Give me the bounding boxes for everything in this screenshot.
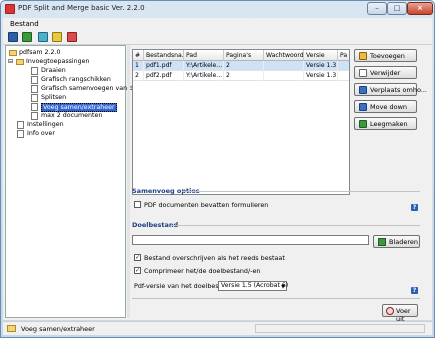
folder-icon <box>9 50 17 56</box>
cell-index: 2 <box>133 71 144 81</box>
run-button[interactable]: Voer uit <box>382 304 418 323</box>
close-icon[interactable] <box>67 32 77 42</box>
status-text: Voeg samen/extraheer <box>21 325 95 333</box>
destination-path-input[interactable] <box>132 235 369 245</box>
menu-file[interactable]: Bestand <box>10 20 39 28</box>
col-pages[interactable]: Pagina's <box>224 50 264 61</box>
arrow-down-icon <box>359 103 367 111</box>
export-icon[interactable] <box>38 32 48 42</box>
document-icon <box>31 94 38 102</box>
browse-button[interactable]: Bladeren <box>373 235 420 248</box>
document-icon <box>31 76 38 84</box>
help-icon[interactable]: ? <box>411 287 418 294</box>
clear-button[interactable]: Leegmaken <box>354 117 417 130</box>
collapse-icon[interactable]: ⊟ <box>8 58 13 65</box>
forms-checkbox[interactable] <box>134 201 141 208</box>
col-page-selection[interactable]: Pa <box>338 50 349 61</box>
arrow-up-icon <box>359 86 367 94</box>
cell-password <box>264 61 304 71</box>
plugin-tree: pdfsam 2.2.0 ⊟ Invoegtoepassingen Draaie… <box>5 45 140 318</box>
cell-version: Versie 1.3 (... <box>306 61 338 71</box>
document-icon <box>31 112 38 120</box>
document-icon <box>31 103 38 111</box>
document-icon <box>17 130 24 138</box>
cell-index: 1 <box>133 61 144 71</box>
overwrite-label: Bestand overschrijven als het reeds best… <box>144 254 285 262</box>
main-area: pdfsam 2.2.0 ⊟ Invoegtoepassingen Draaie… <box>3 45 432 323</box>
title-bar[interactable]: PDF Split and Merge basic Ver. 2.2.0 – □… <box>1 1 434 18</box>
add-button[interactable]: Toevoegen <box>354 49 417 62</box>
status-bar: Voeg samen/extraheer <box>3 321 432 335</box>
app-logo-icon <box>5 4 15 14</box>
remove-button[interactable]: Verwijder <box>354 66 417 79</box>
window-title: PDF Split and Merge basic Ver. 2.2.0 <box>18 4 145 12</box>
merge-panel: # Bestandsna... Pad Pagina's Wachtwoord … <box>130 45 432 323</box>
folder-icon <box>7 325 16 332</box>
table-row[interactable]: 2 pdf2.pdf Y:\Artikele... 2 Versie 1.3 (… <box>133 71 349 81</box>
section-divider <box>132 298 420 299</box>
folder-icon <box>16 59 24 65</box>
file-table[interactable]: # Bestandsna... Pad Pagina's Wachtwoord … <box>132 49 350 195</box>
cell-password <box>264 71 304 81</box>
cell-path: Y:\Artikele... <box>186 71 224 81</box>
run-icon <box>386 307 394 315</box>
cell-version: Versie 1.3 (... <box>306 71 338 81</box>
col-index[interactable]: # <box>133 50 144 61</box>
help-icon[interactable]: ? <box>411 204 418 211</box>
close-button[interactable]: × <box>407 2 433 15</box>
minimize-button[interactable]: – <box>367 2 387 15</box>
compress-label: Comprimeer het/de doelbestand/-en <box>144 267 261 275</box>
cell-page-selection <box>338 71 349 81</box>
col-path[interactable]: Pad <box>184 50 224 61</box>
col-version[interactable]: Versie <box>304 50 338 61</box>
cell-path: Y:\Artikele... <box>186 61 224 71</box>
app-window: PDF Split and Merge basic Ver. 2.2.0 – □… <box>0 0 435 338</box>
menu-bar: Bestand <box>3 18 432 30</box>
compress-checkbox[interactable]: ✓ <box>134 267 141 274</box>
open-icon[interactable] <box>22 32 32 42</box>
folder-open-icon <box>378 238 386 246</box>
cell-filename: pdf1.pdf <box>144 61 184 71</box>
maximize-button[interactable]: □ <box>387 2 407 15</box>
col-password[interactable]: Wachtwoord <box>264 50 304 61</box>
clear-icon <box>359 120 367 128</box>
edit-icon[interactable] <box>52 32 62 42</box>
cell-filename: pdf2.pdf <box>144 71 184 81</box>
move-down-button[interactable]: Move down <box>354 100 417 113</box>
section-divider <box>182 191 420 192</box>
overwrite-checkbox[interactable]: ✓ <box>134 254 141 261</box>
section-divider <box>172 225 420 226</box>
table-header: # Bestandsna... Pad Pagina's Wachtwoord … <box>133 50 349 61</box>
move-up-button[interactable]: Verplaats omho... <box>354 83 427 96</box>
document-icon <box>31 67 38 75</box>
status-progress <box>255 324 425 333</box>
table-row[interactable]: 1 pdf1.pdf Y:\Artikele... 2 Versie 1.3 (… <box>133 61 349 71</box>
forms-label: PDF documenten bevatten formulieren <box>144 201 269 209</box>
col-filename[interactable]: Bestandsna... <box>144 50 184 61</box>
chevron-down-icon: ▼ <box>281 284 285 290</box>
cell-page-selection <box>338 61 349 71</box>
remove-icon <box>359 69 367 77</box>
toolbar <box>3 30 432 45</box>
document-icon <box>17 121 24 129</box>
save-icon[interactable] <box>8 32 18 42</box>
cell-pages: 2 <box>224 71 264 81</box>
document-icon <box>31 85 38 93</box>
add-file-icon <box>359 52 367 60</box>
pdf-version-select[interactable]: Versie 1.5 (Acrobat 6) ▼ <box>218 281 288 291</box>
cell-pages: 2 <box>224 61 264 71</box>
